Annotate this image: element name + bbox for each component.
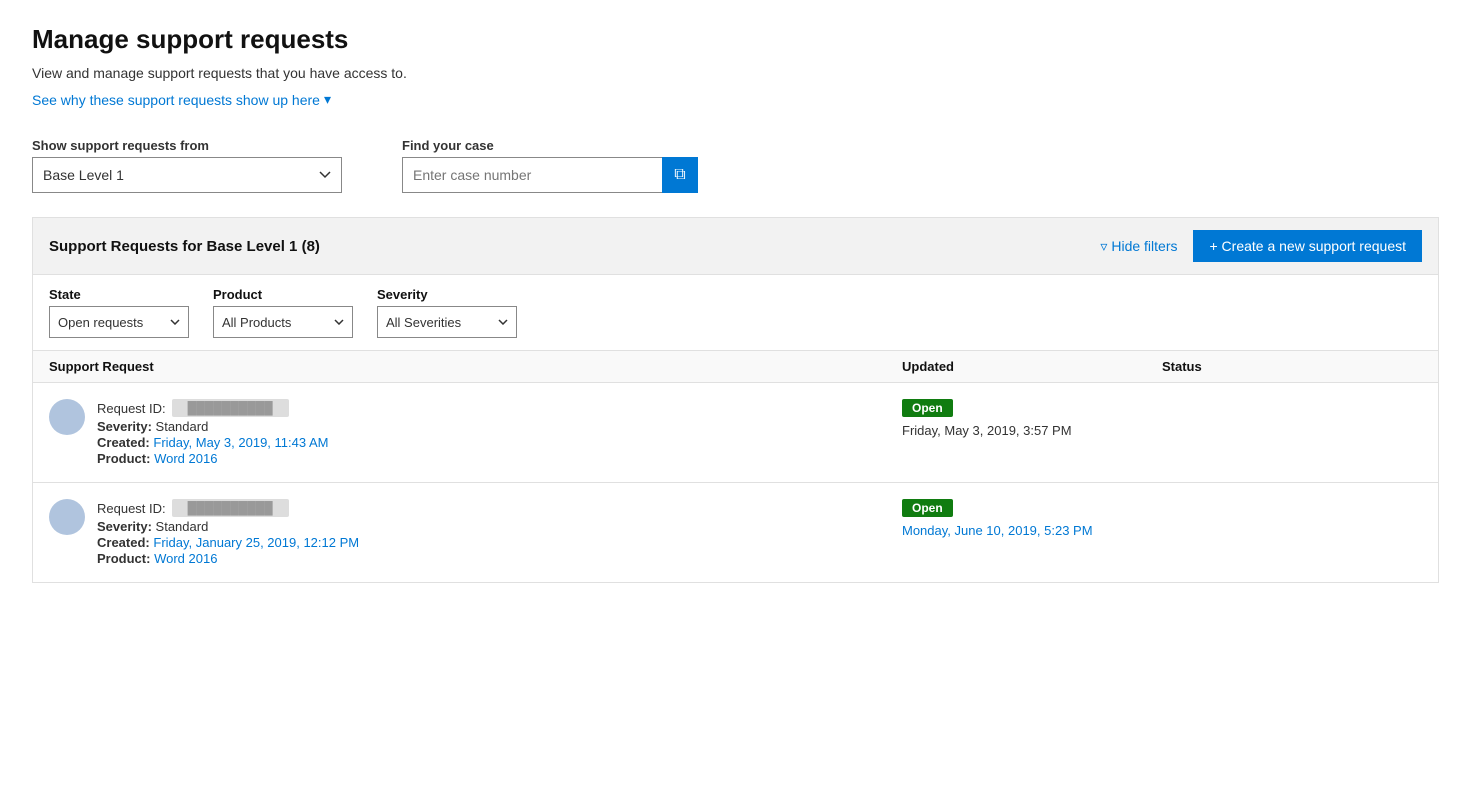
request-id-row-1: Request ID: ██████████ <box>97 399 328 417</box>
updated-col-2: Open Monday, June 10, 2019, 5:23 PM <box>902 499 1162 538</box>
product-filter-label: Product <box>213 287 353 302</box>
state-filter-label: State <box>49 287 189 302</box>
request-id-label-2: Request ID: <box>97 501 166 516</box>
see-why-chevron: ▾ <box>324 91 331 108</box>
request-meta-1: Severity: Standard Created: Friday, May … <box>97 419 328 466</box>
updated-date-1: Friday, May 3, 2019, 3:57 PM <box>902 423 1162 438</box>
status-badge-1: Open <box>902 399 953 417</box>
status-badge-2: Open <box>902 499 953 517</box>
product-row-2: Product: Word 2016 <box>97 551 359 566</box>
inline-filters: State Open requests Closed requests All … <box>32 275 1439 351</box>
table-col-headers: Support Request Updated Status <box>32 351 1439 383</box>
request-meta-2: Severity: Standard Created: Friday, Janu… <box>97 519 359 566</box>
top-filters-row: Show support requests from Base Level 1 … <box>32 138 1439 193</box>
request-details-1: Request ID: ██████████ Severity: Standar… <box>97 399 328 466</box>
find-case-label: Find your case <box>402 138 698 153</box>
request-details-2: Request ID: ██████████ Severity: Standar… <box>97 499 359 566</box>
page-title: Manage support requests <box>32 24 1439 55</box>
state-filter-select[interactable]: Open requests Closed requests All reques… <box>49 306 189 338</box>
avatar <box>49 499 85 535</box>
severity-filter-label: Severity <box>377 287 517 302</box>
hide-filters-button[interactable]: ▿ Hide filters <box>1100 238 1177 255</box>
created-row-1: Created: Friday, May 3, 2019, 11:43 AM <box>97 435 328 450</box>
state-filter-group: State Open requests Closed requests All … <box>49 287 189 338</box>
request-id-row-2: Request ID: ██████████ <box>97 499 359 517</box>
see-why-label: See why these support requests show up h… <box>32 92 320 108</box>
product-filter-group: Product All Products Word 2016 Excel 201… <box>213 287 353 338</box>
hide-filters-label: Hide filters <box>1111 238 1177 254</box>
product-row-1: Product: Word 2016 <box>97 451 328 466</box>
show-from-label: Show support requests from <box>32 138 342 153</box>
created-row-2: Created: Friday, January 25, 2019, 12:12… <box>97 535 359 550</box>
updated-date-2: Monday, June 10, 2019, 5:23 PM <box>902 523 1162 538</box>
table-title: Support Requests for Base Level 1 (8) <box>49 238 320 255</box>
find-case-input-row: ⧉ <box>402 157 698 193</box>
severity-row-2: Severity: Standard <box>97 519 359 534</box>
product-filter-select[interactable]: All Products Word 2016 Excel 2016 <box>213 306 353 338</box>
show-from-group: Show support requests from Base Level 1 … <box>32 138 342 193</box>
updated-col-1: Open Friday, May 3, 2019, 3:57 PM <box>902 399 1162 438</box>
col-header-status: Status <box>1162 359 1422 374</box>
table-header-right: ▿ Hide filters + Create a new support re… <box>1100 230 1422 262</box>
request-left-1: Request ID: ██████████ Severity: Standar… <box>49 399 902 466</box>
request-id-value-2: ██████████ <box>172 499 289 517</box>
page-subtitle: View and manage support requests that yo… <box>32 65 1439 81</box>
table-header-bar: Support Requests for Base Level 1 (8) ▿ … <box>32 217 1439 275</box>
table-row[interactable]: Request ID: ██████████ Severity: Standar… <box>32 383 1439 483</box>
request-id-value-1: ██████████ <box>172 399 289 417</box>
col-header-updated: Updated <box>902 359 1162 374</box>
find-case-input[interactable] <box>402 157 662 193</box>
severity-row-1: Severity: Standard <box>97 419 328 434</box>
avatar <box>49 399 85 435</box>
request-id-label-1: Request ID: <box>97 401 166 416</box>
find-case-group: Find your case ⧉ <box>402 138 698 193</box>
show-from-select[interactable]: Base Level 1 Base Level 2 All <box>32 157 342 193</box>
col-header-request: Support Request <box>49 359 902 374</box>
filter-icon: ▿ <box>1100 238 1107 255</box>
table-row[interactable]: Request ID: ██████████ Severity: Standar… <box>32 483 1439 583</box>
severity-filter-select[interactable]: All Severities Minimal Moderate Importan… <box>377 306 517 338</box>
request-left-2: Request ID: ██████████ Severity: Standar… <box>49 499 902 566</box>
severity-filter-group: Severity All Severities Minimal Moderate… <box>377 287 517 338</box>
create-support-request-button[interactable]: + Create a new support request <box>1193 230 1422 262</box>
find-case-button[interactable]: ⧉ <box>662 157 698 193</box>
see-why-link[interactable]: See why these support requests show up h… <box>32 91 331 108</box>
find-case-icon: ⧉ <box>674 166 685 184</box>
